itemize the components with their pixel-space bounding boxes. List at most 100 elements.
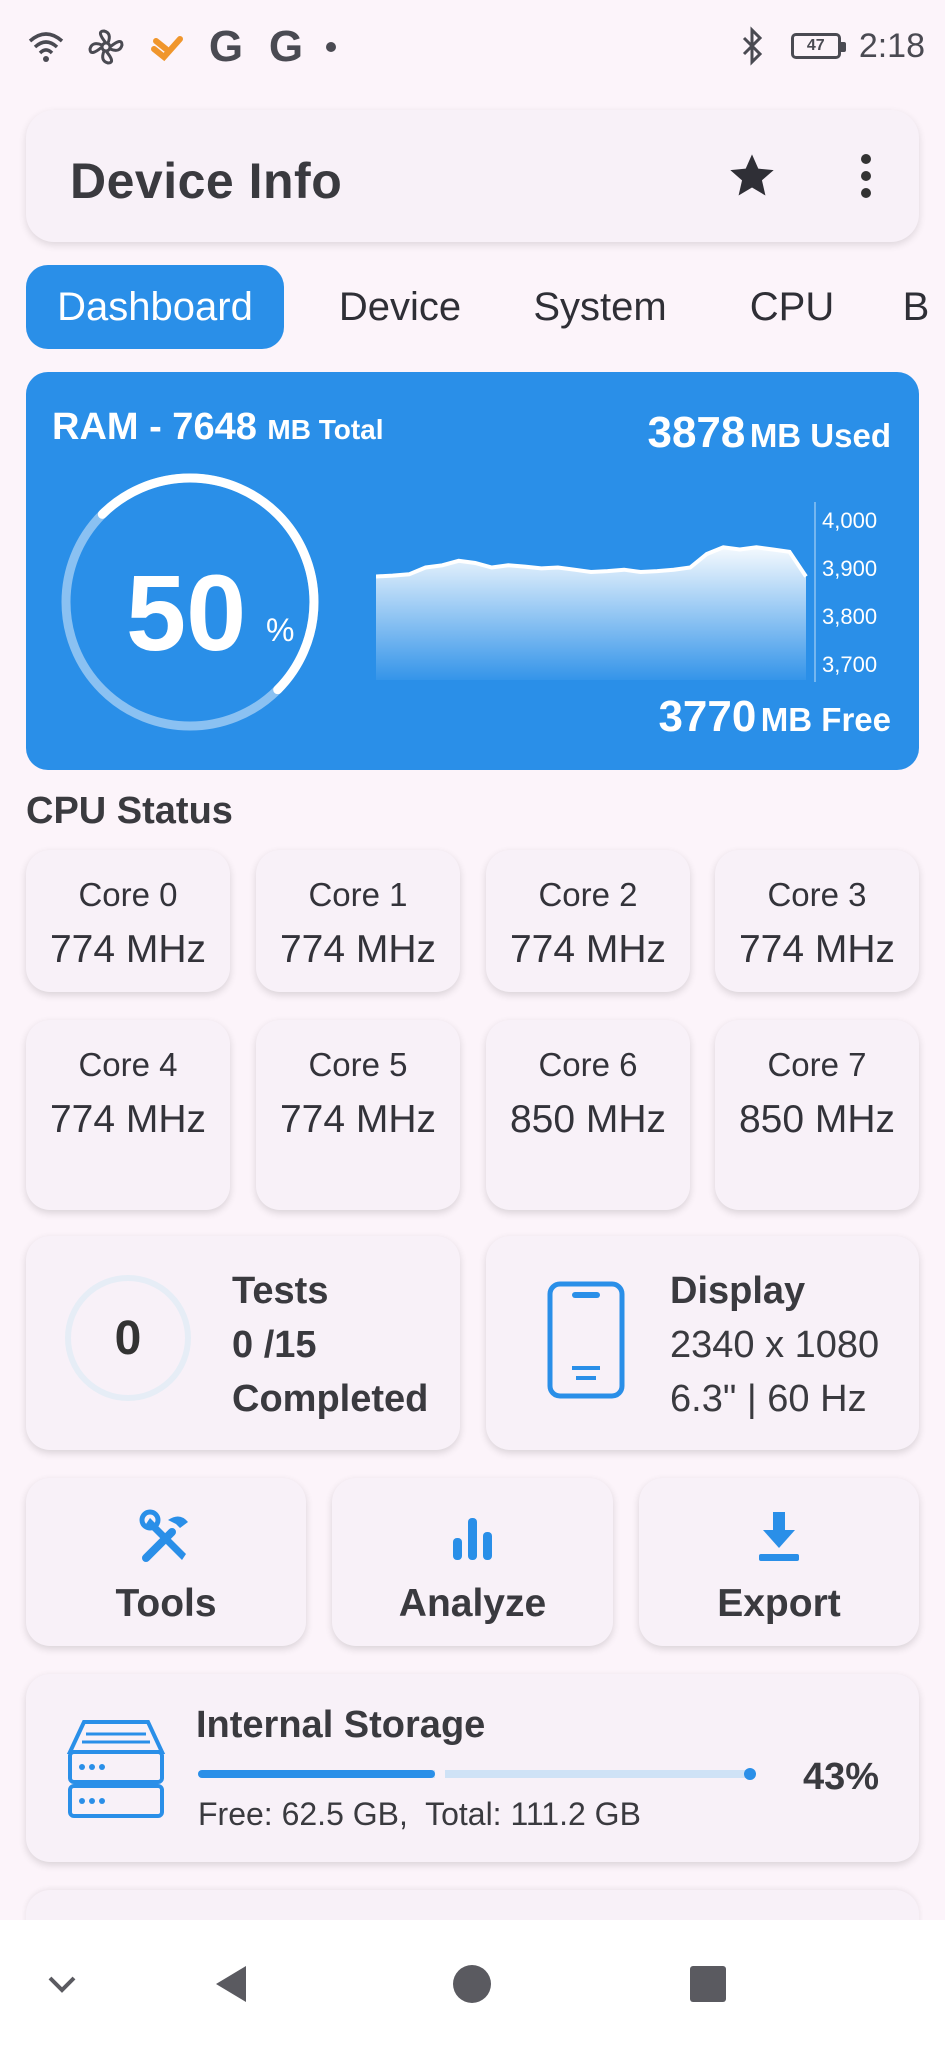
- tests-count: 0 /15: [232, 1324, 317, 1366]
- core-name: Core 0: [78, 876, 178, 913]
- status-clock: 2:18: [858, 26, 925, 65]
- core-card[interactable]: Core 6 850 MHz: [486, 1020, 690, 1210]
- ram-used: 3878 MB Used: [647, 408, 891, 458]
- ram-chart-ytick: 4,000: [822, 508, 878, 533]
- app-notification-icon: [146, 23, 186, 71]
- core-frequency: 850 MHz: [738, 1098, 896, 1141]
- core-card[interactable]: Core 7 850 MHz: [715, 1020, 919, 1210]
- menu-dot: [861, 154, 871, 164]
- analyze-button[interactable]: Analyze: [332, 1478, 613, 1646]
- export-button[interactable]: Export: [639, 1478, 919, 1646]
- tab-cpu[interactable]: CPU: [686, 265, 898, 349]
- core-name: Core 1: [308, 876, 408, 913]
- ram-used-value: 3878: [647, 408, 746, 457]
- ram-chart-ytick: 3,900: [822, 556, 878, 581]
- tools-icon: [139, 1509, 188, 1562]
- storage-title: Internal Storage: [196, 1704, 486, 1746]
- export-label: Export: [717, 1582, 841, 1625]
- app-bar: Device Info: [26, 110, 919, 242]
- tests-value: 0: [114, 1311, 142, 1365]
- ram-total-unit: MB Total: [267, 414, 384, 445]
- chevron-down-icon[interactable]: [34, 1956, 90, 2012]
- smartphone-icon: [547, 1281, 625, 1399]
- storage-progress-bar: [198, 1768, 756, 1780]
- ram-free: 3770 MB Free: [658, 692, 891, 742]
- recents-icon[interactable]: [680, 1956, 736, 2012]
- core-name: Core 7: [767, 1046, 867, 1083]
- status-bar-left: G G: [26, 22, 336, 72]
- tab-bar: Dashboard Device System CPU B: [26, 265, 945, 349]
- core-name: Core 2: [538, 876, 638, 913]
- status-bar: G G 47 2:18: [0, 0, 945, 96]
- fan-icon: [86, 23, 126, 71]
- bar-chart-icon: [452, 1518, 492, 1560]
- ram-chart-ytick: 3,700: [822, 652, 878, 677]
- navigation-bar: [0, 1920, 945, 2048]
- core-name: Core 6: [538, 1046, 638, 1083]
- ram-percent-sign: %: [266, 612, 295, 648]
- bluetooth-icon: [733, 22, 773, 70]
- storage-progress-fill: [198, 1770, 435, 1778]
- tools-label: Tools: [115, 1582, 217, 1625]
- ram-total: RAM - 7648: [52, 406, 257, 448]
- core-card[interactable]: Core 2 774 MHz: [486, 850, 690, 992]
- core-frequency: 850 MHz: [509, 1098, 667, 1141]
- menu-dot: [861, 171, 871, 181]
- core-frequency: 774 MHz: [738, 928, 896, 971]
- internal-storage-card[interactable]: Internal Storage 43% Free: 62.5 GB, Tota…: [26, 1674, 919, 1862]
- storage-progress-gap: [435, 1768, 445, 1780]
- ram-free-unit: MB Free: [760, 701, 891, 738]
- tests-status: Completed: [232, 1378, 429, 1420]
- core-frequency: 774 MHz: [49, 928, 207, 971]
- wifi-icon: [26, 23, 66, 71]
- core-name: Core 3: [767, 876, 867, 913]
- analyze-label: Analyze: [398, 1582, 547, 1625]
- app-title: Device Info: [70, 153, 343, 209]
- ram-used-unit: MB Used: [749, 417, 891, 454]
- ram-usage-chart: [376, 545, 808, 680]
- display-resolution: 2340 x 1080: [670, 1324, 880, 1366]
- ram-free-value: 3770: [658, 692, 757, 741]
- google-icon: G: [268, 22, 304, 71]
- core-card[interactable]: Core 5 774 MHz: [256, 1020, 460, 1210]
- battery-icon: 47: [790, 33, 846, 59]
- tab-device[interactable]: Device: [294, 265, 506, 349]
- core-frequency: 774 MHz: [279, 1098, 437, 1141]
- ram-card[interactable]: RAM - 7648 MB Total 3878 MB Used 50 % 4,…: [26, 372, 919, 770]
- core-card[interactable]: Core 3 774 MHz: [715, 850, 919, 992]
- core-frequency: 774 MHz: [509, 928, 667, 971]
- display-spec: 6.3" | 60 Hz: [670, 1378, 867, 1420]
- star-icon[interactable]: [726, 150, 778, 202]
- display-card[interactable]: Display 2340 x 1080 6.3" | 60 Hz: [486, 1236, 919, 1450]
- tests-title: Tests: [232, 1270, 329, 1312]
- storage-drive-icon: [66, 1720, 166, 1818]
- core-frequency: 774 MHz: [49, 1098, 207, 1141]
- home-icon[interactable]: [444, 1956, 500, 2012]
- tests-card[interactable]: 0 Tests 0 /15 Completed: [26, 1236, 460, 1450]
- core-card[interactable]: Core 0 774 MHz: [26, 850, 230, 992]
- storage-progress-end: [744, 1768, 756, 1780]
- ram-chart-ytick: 3,800: [822, 604, 878, 629]
- storage-detail: Free: 62.5 GB, Total: 111.2 GB: [198, 1796, 641, 1832]
- back-icon[interactable]: [204, 1956, 260, 2012]
- more-vert-icon[interactable]: [856, 150, 876, 202]
- tab-dashboard[interactable]: Dashboard: [26, 265, 284, 349]
- tab-system[interactable]: System: [494, 265, 706, 349]
- status-bar-right: 47 2:18: [733, 22, 925, 70]
- ram-title: RAM - 7648 MB Total: [52, 406, 384, 449]
- ram-percent-value: 50: [126, 552, 247, 673]
- storage-percent: 43%: [802, 1756, 879, 1798]
- core-card[interactable]: Core 1 774 MHz: [256, 850, 460, 992]
- display-title: Display: [670, 1270, 806, 1312]
- core-frequency: 774 MHz: [279, 928, 437, 971]
- core-name: Core 5: [308, 1046, 408, 1083]
- core-card[interactable]: Core 4 774 MHz: [26, 1020, 230, 1210]
- ram-chart-axis: [814, 502, 816, 682]
- core-name: Core 4: [78, 1046, 178, 1083]
- tools-button[interactable]: Tools: [26, 1478, 306, 1646]
- menu-dot: [861, 188, 871, 198]
- more-notifications-dot: [326, 42, 336, 52]
- tab-b[interactable]: B: [876, 265, 945, 349]
- download-icon: [759, 1512, 799, 1561]
- cpu-status-heading: CPU Status: [26, 790, 233, 832]
